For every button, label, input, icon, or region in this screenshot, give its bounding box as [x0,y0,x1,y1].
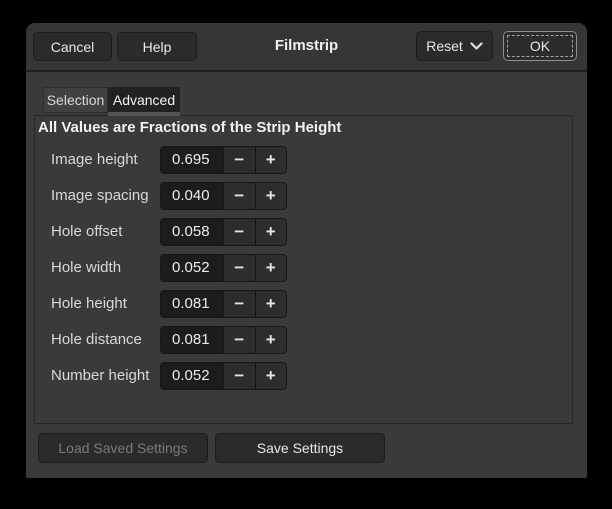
hole-distance-spinbox: 0.081 − + [160,326,287,354]
hole-height-spinbox: 0.081 − + [160,290,287,318]
field-label: Hole width [51,254,121,282]
increment-button[interactable]: + [255,183,287,209]
minus-icon: − [234,258,244,278]
field-label: Number height [51,362,149,390]
hole-width-spinbox: 0.052 − + [160,254,287,282]
image-spacing-input[interactable]: 0.040 [161,183,223,209]
image-spacing-spinbox: 0.040 − + [160,182,287,210]
field-row-hole-width: Hole width 0.052 − + [35,254,572,282]
plus-icon: + [266,186,276,206]
minus-icon: − [234,294,244,314]
tab-selection[interactable]: Selection [43,87,108,113]
load-saved-settings-button[interactable]: Load Saved Settings [38,433,208,463]
minus-icon: − [234,330,244,350]
hole-width-input[interactable]: 0.052 [161,255,223,281]
increment-button[interactable]: + [255,219,287,245]
dialog-header: Cancel Help Filmstrip Reset OK [26,23,587,72]
plus-icon: + [266,150,276,170]
field-row-image-height: Image height 0.695 − + [35,146,572,174]
active-tab-indicator [108,112,180,116]
increment-button[interactable]: + [255,327,287,353]
decrement-button[interactable]: − [223,255,255,281]
chevron-down-icon [470,42,483,51]
minus-icon: − [234,366,244,386]
field-label: Image spacing [51,182,149,210]
decrement-button[interactable]: − [223,183,255,209]
field-row-hole-height: Hole height 0.081 − + [35,290,572,318]
number-height-spinbox: 0.052 − + [160,362,287,390]
field-row-hole-offset: Hole offset 0.058 − + [35,218,572,246]
field-row-image-spacing: Image spacing 0.040 − + [35,182,572,210]
save-settings-button[interactable]: Save Settings [215,433,385,463]
decrement-button[interactable]: − [223,327,255,353]
plus-icon: + [266,294,276,314]
number-height-input[interactable]: 0.052 [161,363,223,389]
plus-icon: + [266,330,276,350]
plus-icon: + [266,258,276,278]
decrement-button[interactable]: − [223,363,255,389]
field-row-hole-distance: Hole distance 0.081 − + [35,326,572,354]
increment-button[interactable]: + [255,147,287,173]
hole-offset-spinbox: 0.058 − + [160,218,287,246]
field-row-number-height: Number height 0.052 − + [35,362,572,390]
field-label: Hole offset [51,218,122,246]
field-label: Hole height [51,290,127,318]
increment-button[interactable]: + [255,291,287,317]
filmstrip-dialog: Cancel Help Filmstrip Reset OK Selection… [26,23,587,478]
image-height-spinbox: 0.695 − + [160,146,287,174]
reset-button-label: Reset [426,38,463,54]
plus-icon: + [266,366,276,386]
hole-distance-input[interactable]: 0.081 [161,327,223,353]
plus-icon: + [266,222,276,242]
field-label: Hole distance [51,326,142,354]
increment-button[interactable]: + [255,363,287,389]
image-height-input[interactable]: 0.695 [161,147,223,173]
decrement-button[interactable]: − [223,291,255,317]
minus-icon: − [234,186,244,206]
increment-button[interactable]: + [255,255,287,281]
ok-button[interactable]: OK [503,31,577,61]
panel-heading: All Values are Fractions of the Strip He… [38,119,341,136]
minus-icon: − [234,222,244,242]
hole-height-input[interactable]: 0.081 [161,291,223,317]
field-label: Image height [51,146,138,174]
reset-button[interactable]: Reset [416,31,493,61]
decrement-button[interactable]: − [223,147,255,173]
decrement-button[interactable]: − [223,219,255,245]
hole-offset-input[interactable]: 0.058 [161,219,223,245]
advanced-panel: All Values are Fractions of the Strip He… [34,115,573,424]
tab-advanced[interactable]: Advanced [108,87,180,113]
minus-icon: − [234,150,244,170]
